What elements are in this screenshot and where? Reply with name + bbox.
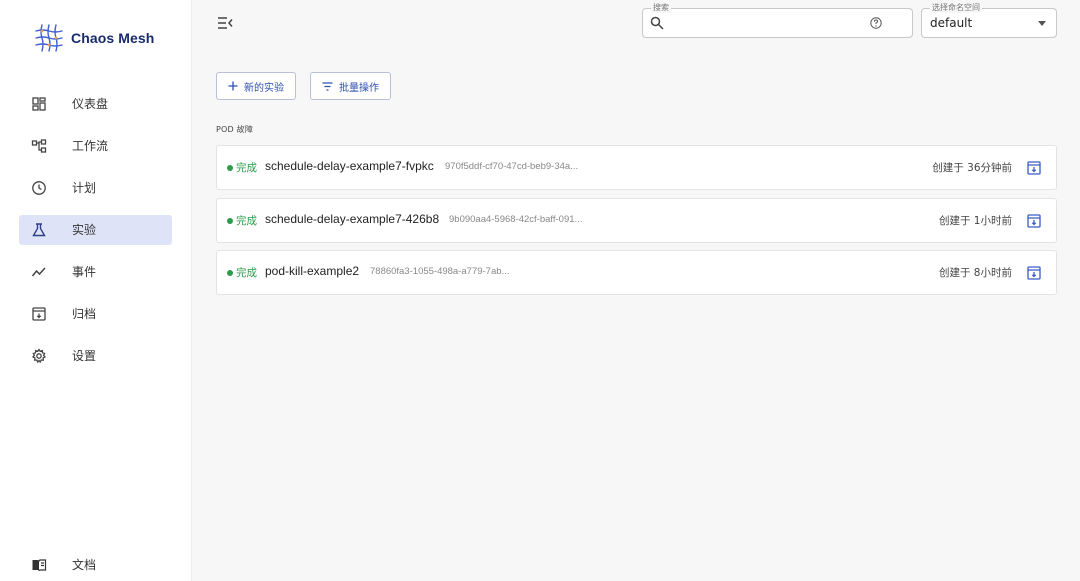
search-field: 搜索: [642, 3, 913, 38]
experiment-name: schedule-delay-example7-426b8: [265, 212, 440, 226]
dashboard-icon: [32, 97, 46, 111]
sidebar-item-label: 文档: [72, 558, 97, 572]
clock-icon: [32, 181, 46, 195]
status-badge: 完成: [236, 162, 257, 174]
plus-icon: [228, 81, 238, 91]
sidebar-item-settings[interactable]: 设置: [19, 341, 172, 371]
sidebar-item-dashboard[interactable]: 仪表盘: [19, 89, 172, 119]
book-icon: [32, 559, 47, 572]
namespace-select[interactable]: 选择命名空间 default: [921, 3, 1057, 38]
sidebar-item-label: 归档: [72, 307, 97, 321]
experiment-row[interactable]: 完成 schedule-delay-example7-426b8 9b090aa…: [216, 198, 1057, 243]
experiment-name: pod-kill-example2: [265, 264, 360, 278]
search-legend: 搜索: [651, 3, 671, 13]
sidebar-item-experiments[interactable]: 实验: [19, 215, 172, 245]
experiment-uid: 970f5ddf-cf70-47cd-beb9-34a...: [445, 161, 579, 172]
chevron-down-icon: [1038, 21, 1046, 26]
search-icon: [650, 16, 664, 30]
created-time: 创建于 1小时前: [938, 215, 1012, 227]
status-dot: [227, 165, 233, 171]
archive-icon[interactable]: [1026, 213, 1042, 229]
search-input[interactable]: [669, 15, 869, 31]
batch-operation-label: 批量操作: [339, 82, 379, 94]
top-bar: 搜索 选择命名空间 default: [192, 0, 1080, 46]
flask-icon: [32, 223, 46, 237]
sidebar-item-docs[interactable]: 文档: [19, 550, 172, 580]
archive-icon[interactable]: [1026, 265, 1042, 281]
sidebar-item-workflow[interactable]: 工作流: [19, 131, 172, 161]
archive-icon: [32, 307, 46, 321]
menu-collapse-icon[interactable]: [217, 16, 233, 30]
brand-title: Chaos Mesh: [71, 30, 155, 46]
status-badge: 完成: [236, 267, 257, 279]
sidebar-item-archives[interactable]: 归档: [19, 299, 172, 329]
events-icon: [31, 267, 46, 277]
sidebar-item-schedule[interactable]: 计划: [19, 173, 172, 203]
experiment-row[interactable]: 完成 schedule-delay-example7-fvpkc 970f5dd…: [216, 145, 1057, 190]
sidebar: Chaos Mesh 仪表盘 工作流 计划 实验 事件 归档 设置 文档: [0, 0, 192, 581]
sidebar-item-label: 工作流: [72, 139, 109, 153]
sidebar-item-label: 计划: [72, 181, 97, 195]
created-time: 创建于 8小时前: [938, 267, 1012, 279]
gear-icon: [31, 348, 47, 364]
sidebar-item-label: 仪表盘: [72, 97, 109, 111]
experiment-name: schedule-delay-example7-fvpkc: [265, 159, 434, 173]
chaos-mesh-logo-icon: [35, 24, 63, 52]
brand-logo[interactable]: Chaos Mesh: [33, 22, 154, 54]
status-dot: [227, 218, 233, 224]
namespace-legend: 选择命名空间: [930, 3, 982, 13]
sidebar-item-events[interactable]: 事件: [19, 257, 172, 287]
sidebar-item-label: 设置: [72, 349, 97, 363]
namespace-value: default: [930, 16, 973, 30]
experiment-uid: 9b090aa4-5968-42cf-baff-091...: [449, 214, 583, 225]
experiment-uid: 78860fa3-1055-498a-a779-7ab...: [370, 266, 510, 277]
filter-icon: [322, 81, 333, 91]
section-label: POD 故障: [216, 125, 254, 134]
sidebar-item-label: 实验: [72, 223, 97, 237]
sidebar-item-label: 事件: [72, 265, 97, 279]
created-time: 创建于 36分钟前: [932, 162, 1012, 174]
help-icon[interactable]: [870, 17, 882, 29]
workflow-icon: [31, 139, 47, 153]
status-dot: [227, 270, 233, 276]
archive-icon[interactable]: [1026, 160, 1042, 176]
status-badge: 完成: [236, 215, 257, 227]
new-experiment-label: 新的实验: [244, 82, 284, 94]
batch-operation-button[interactable]: 批量操作: [310, 72, 391, 100]
new-experiment-button[interactable]: 新的实验: [216, 72, 296, 100]
experiment-row[interactable]: 完成 pod-kill-example2 78860fa3-1055-498a-…: [216, 250, 1057, 295]
